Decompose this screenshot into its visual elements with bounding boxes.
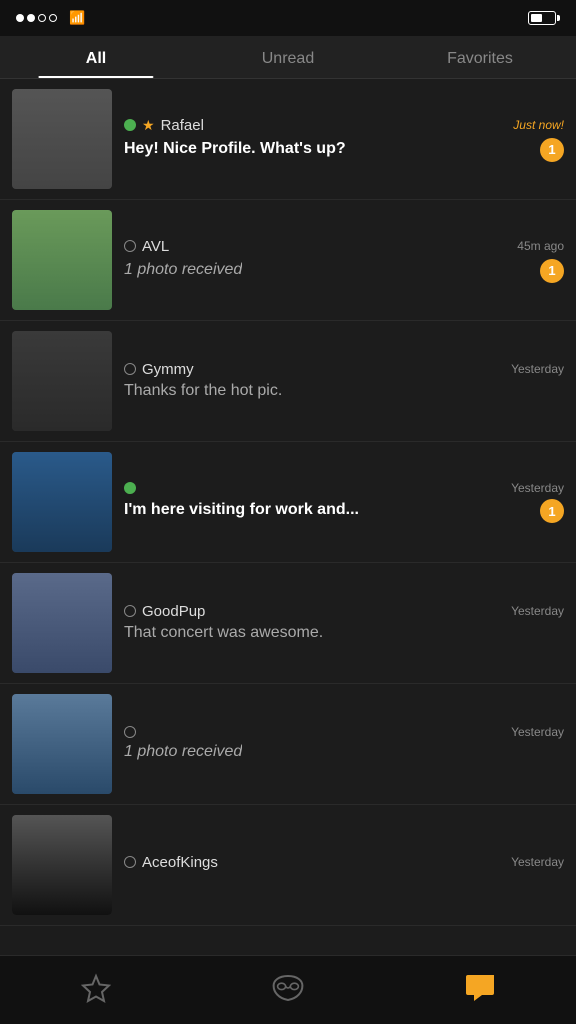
favorite-star-icon: ★ [142,117,155,134]
message-item[interactable]: AVL 45m ago 1 photo received 1 [0,200,576,321]
dot4 [49,14,57,22]
message-time: Yesterday [511,604,564,618]
dot1 [16,14,24,22]
message-preview: 1 photo received [124,261,242,279]
signal-dots [16,14,57,22]
online-indicator [124,119,136,131]
bottom-nav [0,955,576,1024]
message-item[interactable]: ★ Rafael Just now! Hey! Nice Profile. What'… [0,79,576,200]
tab-bar: All Unread Favorites [0,36,576,79]
dot2 [27,14,35,22]
avatar [12,815,112,915]
nav-messages[interactable] [450,968,510,1008]
message-time: 45m ago [517,239,564,253]
avatar [12,573,112,673]
offline-indicator [124,605,136,617]
wifi-icon: 📶 [69,10,85,26]
message-item[interactable]: Yesterday I'm here visiting for work and.… [0,442,576,563]
preview-row: Hey! Nice Profile. What's up? 1 [124,138,564,162]
message-header: Yesterday [124,481,564,495]
message-content: Gymmy Yesterday Thanks for the hot pic. [124,331,564,431]
preview-row: I'm here visiting for work and... 1 [124,499,564,523]
sender-info: AVL [124,238,169,255]
star-icon [81,973,111,1003]
sender-info: GoodPup [124,603,205,620]
unread-badge: 1 [540,138,564,162]
message-time: Yesterday [511,362,564,376]
message-item[interactable]: GoodPup Yesterday That concert was awesome… [0,563,576,684]
message-item[interactable]: AceofKings Yesterday [0,805,576,926]
offline-indicator [124,726,136,738]
message-preview: Hey! Nice Profile. What's up? [124,140,346,158]
sender-info [124,726,136,738]
tab-unread[interactable]: Unread [192,36,384,78]
message-list: ★ Rafael Just now! Hey! Nice Profile. What'… [0,79,576,996]
message-time: Yesterday [511,725,564,739]
preview-row: Thanks for the hot pic. [124,382,564,402]
preview-row: 1 photo received 1 [124,259,564,283]
chat-icon [464,973,496,1003]
message-preview: I'm here visiting for work and... [124,501,359,519]
status-right [522,11,560,25]
message-header: Yesterday [124,725,564,739]
sender-info [124,482,136,494]
sender-name: Gymmy [142,361,194,378]
message-preview: That concert was awesome. [124,624,323,642]
message-item[interactable]: Gymmy Yesterday Thanks for the hot pic. [0,321,576,442]
message-header: Gymmy Yesterday [124,361,564,378]
sender-info: ★ Rafael [124,117,204,134]
sender-name: AceofKings [142,854,218,871]
message-content: Yesterday 1 photo received [124,694,564,794]
message-header: ★ Rafael Just now! [124,117,564,134]
avatar [12,89,112,189]
message-item[interactable]: Yesterday 1 photo received [0,684,576,805]
online-indicator [124,482,136,494]
avatar [12,331,112,431]
unread-badge: 1 [540,499,564,523]
status-left: 📶 [16,10,85,26]
avatar [12,694,112,794]
tab-all[interactable]: All [0,36,192,78]
preview-row: 1 photo received [124,743,564,763]
message-time: Yesterday [511,481,564,495]
tab-favorites[interactable]: Favorites [384,36,576,78]
message-header: AVL 45m ago [124,238,564,255]
offline-indicator [124,363,136,375]
nav-home[interactable] [258,968,318,1008]
sender-info: AceofKings [124,854,218,871]
dot3 [38,14,46,22]
offline-indicator [124,856,136,868]
message-preview: Thanks for the hot pic. [124,382,282,400]
message-time: Just now! [513,118,564,132]
message-content: Yesterday I'm here visiting for work and.… [124,452,564,552]
offline-indicator [124,240,136,252]
message-content: AVL 45m ago 1 photo received 1 [124,210,564,310]
avatar [12,452,112,552]
message-content: GoodPup Yesterday That concert was awesome… [124,573,564,673]
nav-favorites[interactable] [66,968,126,1008]
message-content: ★ Rafael Just now! Hey! Nice Profile. What'… [124,89,564,189]
sender-name: AVL [142,238,169,255]
preview-row [124,875,564,877]
message-content: AceofKings Yesterday [124,815,564,915]
sender-name: GoodPup [142,603,205,620]
message-header: AceofKings Yesterday [124,854,564,871]
mask-icon [272,974,304,1002]
preview-row: That concert was awesome. [124,624,564,644]
unread-badge: 1 [540,259,564,283]
message-time: Yesterday [511,855,564,869]
message-preview: 1 photo received [124,743,242,761]
sender-info: Gymmy [124,361,194,378]
sender-name: Rafael [161,117,204,134]
message-header: GoodPup Yesterday [124,603,564,620]
status-bar: 📶 [0,0,576,36]
battery-icon [528,11,560,25]
avatar [12,210,112,310]
